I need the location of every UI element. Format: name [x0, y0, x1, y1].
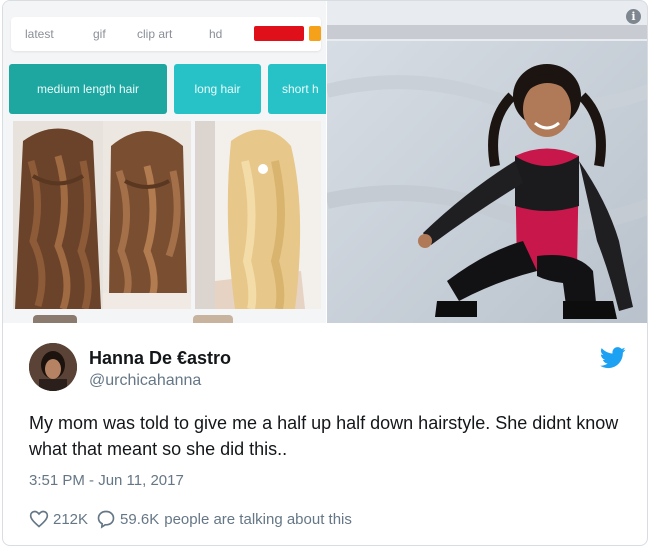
heart-icon[interactable]	[29, 509, 49, 529]
author-name[interactable]: Hanna De €astro	[89, 348, 231, 369]
image-filter-bar: latest gif clip art hd	[11, 17, 321, 51]
filter-color-red	[254, 26, 304, 41]
tag-short-hair: short h	[268, 64, 326, 114]
girl-photo[interactable]: i	[327, 1, 647, 323]
filter-gif: gif	[93, 27, 106, 41]
filter-hd: hd	[209, 27, 223, 41]
filter-latest: latest	[25, 27, 54, 41]
author-handle[interactable]: @urchicahanna	[89, 372, 201, 390]
tag-medium-length-hair: medium length hair	[9, 64, 167, 114]
hairstyle-thumbnail	[103, 121, 191, 309]
like-count[interactable]: 212K	[53, 511, 88, 528]
tweet-actions: 212K 59.6K people are talking about this	[29, 508, 352, 530]
tweet-timestamp[interactable]: 3:51 PM - Jun 11, 2017	[29, 472, 184, 489]
search-results-screenshot[interactable]: latest gif clip art hd medium length hai…	[3, 1, 326, 323]
filter-clip-art: clip art	[137, 27, 173, 41]
hairstyle-thumbnail	[195, 121, 321, 309]
tag-long-hair: long hair	[174, 64, 261, 114]
hairstyle-thumbnail	[13, 121, 103, 309]
twitter-bird-icon[interactable]	[600, 347, 626, 369]
reply-count[interactable]: 59.6K	[120, 511, 159, 528]
next-row-thumbnail	[33, 315, 77, 323]
avatar[interactable]	[29, 343, 77, 391]
tweet-text: My mom was told to give me a half up hal…	[29, 413, 619, 459]
speech-bubble-icon[interactable]	[96, 509, 116, 529]
tweet-media[interactable]: latest gif clip art hd medium length hai…	[3, 1, 647, 323]
tweet-card[interactable]: latest gif clip art hd medium length hai…	[2, 0, 648, 546]
talking-about-text[interactable]: people are talking about this	[164, 511, 352, 528]
filter-color-orange	[309, 26, 321, 41]
next-row-thumbnail	[193, 315, 233, 323]
info-icon[interactable]: i	[626, 9, 641, 24]
